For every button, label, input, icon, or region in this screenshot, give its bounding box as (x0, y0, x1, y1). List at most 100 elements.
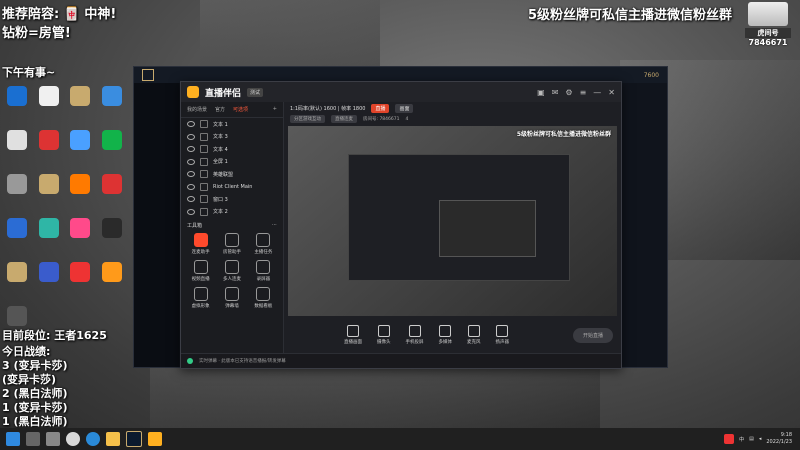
explorer-icon[interactable] (106, 432, 120, 446)
desktop-shortcut[interactable] (3, 262, 31, 282)
desktop-shortcut[interactable] (3, 218, 31, 238)
add-source-icon[interactable]: + (273, 106, 277, 113)
visibility-icon[interactable] (187, 158, 195, 165)
start-icon[interactable] (6, 432, 20, 446)
wallpaper-rock (200, 0, 380, 70)
minimize-icon[interactable]: — (593, 88, 601, 97)
visibility-icon[interactable] (187, 146, 195, 153)
more-icon[interactable]: ⋯ (272, 222, 277, 229)
visibility-icon[interactable] (187, 171, 195, 178)
game-right-panel (617, 83, 667, 367)
live-tag[interactable]: 直播 (371, 103, 390, 113)
lock-icon[interactable] (200, 182, 208, 191)
clock[interactable]: 9:18 2022/1/23 (766, 432, 792, 446)
add-source-button[interactable]: 多媒体 (439, 325, 452, 345)
start-live-button[interactable]: 开始直播 (572, 327, 613, 343)
close-icon[interactable]: ✕ (608, 88, 615, 97)
visibility-icon[interactable] (187, 196, 195, 203)
tool-button[interactable]: 连麦助手 (185, 233, 216, 255)
tool-button[interactable]: 录屏器 (248, 260, 279, 282)
add-source-button[interactable]: 直播画面 (344, 325, 362, 345)
mail-icon[interactable]: ✉ (552, 88, 559, 97)
stream-app-icon[interactable] (148, 432, 162, 446)
source-item[interactable]: 全屏 1 (181, 156, 283, 169)
visibility-icon[interactable] (187, 133, 195, 140)
desktop-shortcut[interactable] (3, 174, 31, 194)
tool-button[interactable]: 视频直播 (185, 260, 216, 282)
desktop-shortcut[interactable] (98, 218, 126, 238)
source-item[interactable]: 窗口 3 (181, 193, 283, 206)
network-icon[interactable]: ▤ (749, 436, 754, 442)
tool-button[interactable]: 虚拟形象 (185, 287, 216, 309)
settings-icon[interactable]: ⚙ (565, 88, 572, 97)
tab-official[interactable]: 官方 (215, 106, 225, 113)
category-tag[interactable]: 分区游戏互动 (290, 115, 325, 123)
desktop-shortcut[interactable] (3, 130, 31, 150)
live-preview[interactable]: 5级粉丝牌可私信主播进微信粉丝群 (288, 126, 617, 316)
source-item[interactable]: 文本 4 (181, 143, 283, 156)
desktop-shortcut[interactable] (66, 130, 94, 150)
status-icon (187, 358, 193, 364)
lock-icon[interactable] (200, 207, 208, 216)
desktop-shortcut[interactable] (35, 174, 63, 194)
tool-label: 录屏器 (256, 277, 271, 282)
lock-icon[interactable] (200, 195, 208, 204)
tray-app-icon[interactable] (724, 434, 735, 444)
desktop-shortcut[interactable] (98, 130, 126, 150)
chrome-icon[interactable] (66, 432, 80, 446)
source-type-icon (467, 325, 480, 337)
ime-indicator[interactable]: 中 (739, 436, 744, 443)
source-type-icon (496, 325, 509, 337)
tab-optional[interactable]: 可选项 (233, 106, 248, 113)
tool-button[interactable]: 弹幕墙 (216, 287, 247, 309)
lock-icon[interactable] (200, 157, 208, 166)
desktop-shortcut[interactable] (3, 86, 31, 106)
source-item[interactable]: 文本 2 (181, 206, 283, 219)
desktop-shortcut[interactable] (66, 218, 94, 238)
source-item[interactable]: Riot Client Main (181, 181, 283, 194)
menu-icon[interactable]: ≡ (580, 88, 587, 97)
visibility-icon[interactable] (187, 208, 195, 215)
desktop-shortcut[interactable] (35, 86, 63, 106)
desktop-shortcut[interactable] (35, 218, 63, 238)
edge-icon[interactable] (86, 432, 100, 446)
add-source-button[interactable]: 扬声器 (496, 325, 509, 345)
desktop-shortcut[interactable] (35, 130, 63, 150)
desktop-shortcut[interactable] (98, 262, 126, 282)
visibility-icon[interactable] (187, 183, 195, 190)
source-item[interactable]: 文本 3 (181, 131, 283, 144)
lock-icon[interactable] (200, 120, 208, 129)
desktop-shortcut[interactable] (3, 306, 31, 326)
mic-link-tag[interactable]: 直播连麦 (331, 115, 357, 123)
add-source-button[interactable]: 麦克风 (467, 325, 481, 345)
visibility-icon[interactable] (187, 121, 195, 128)
tool-button[interactable]: 数据看板 (248, 287, 279, 309)
desktop-shortcut[interactable] (35, 262, 63, 282)
tool-button[interactable]: 多人连麦 (216, 260, 247, 282)
desktop-shortcut[interactable] (66, 262, 94, 282)
source-item[interactable]: 英雄联盟 (181, 168, 283, 181)
desktop-shortcut[interactable] (66, 174, 94, 194)
lock-icon[interactable] (200, 132, 208, 141)
source-type-icon (439, 325, 452, 337)
league-icon[interactable] (126, 431, 142, 447)
gift-icon[interactable]: ▣ (537, 88, 545, 97)
desktop-shortcut[interactable] (98, 174, 126, 194)
lock-icon[interactable] (200, 170, 208, 179)
add-source-button[interactable]: 手机投屏 (406, 325, 424, 345)
volume-icon[interactable]: ◂ (759, 436, 762, 442)
tool-button[interactable]: 主播任务 (248, 233, 279, 255)
desktop-shortcut[interactable] (98, 86, 126, 106)
extra-tag[interactable]: 画面 (395, 103, 414, 113)
desktop-shortcut[interactable] (66, 86, 94, 106)
add-source-button[interactable]: 摄像头 (377, 325, 391, 345)
tool-button[interactable]: 房管助手 (216, 233, 247, 255)
search-icon[interactable] (26, 432, 40, 446)
tab-my-scenes[interactable]: 我的场景 (187, 106, 207, 113)
lock-icon[interactable] (200, 145, 208, 154)
stream-assistant-window[interactable]: 直播伴侣 测试 ▣ ✉ ⚙ ≡ — ✕ 我的场景 官方 可选项 + 文本 1 文本… (180, 81, 622, 369)
app-icon (102, 86, 122, 106)
source-item[interactable]: 文本 1 (181, 118, 283, 131)
tool-label: 弹幕墙 (225, 304, 239, 309)
task-view-icon[interactable] (46, 432, 60, 446)
